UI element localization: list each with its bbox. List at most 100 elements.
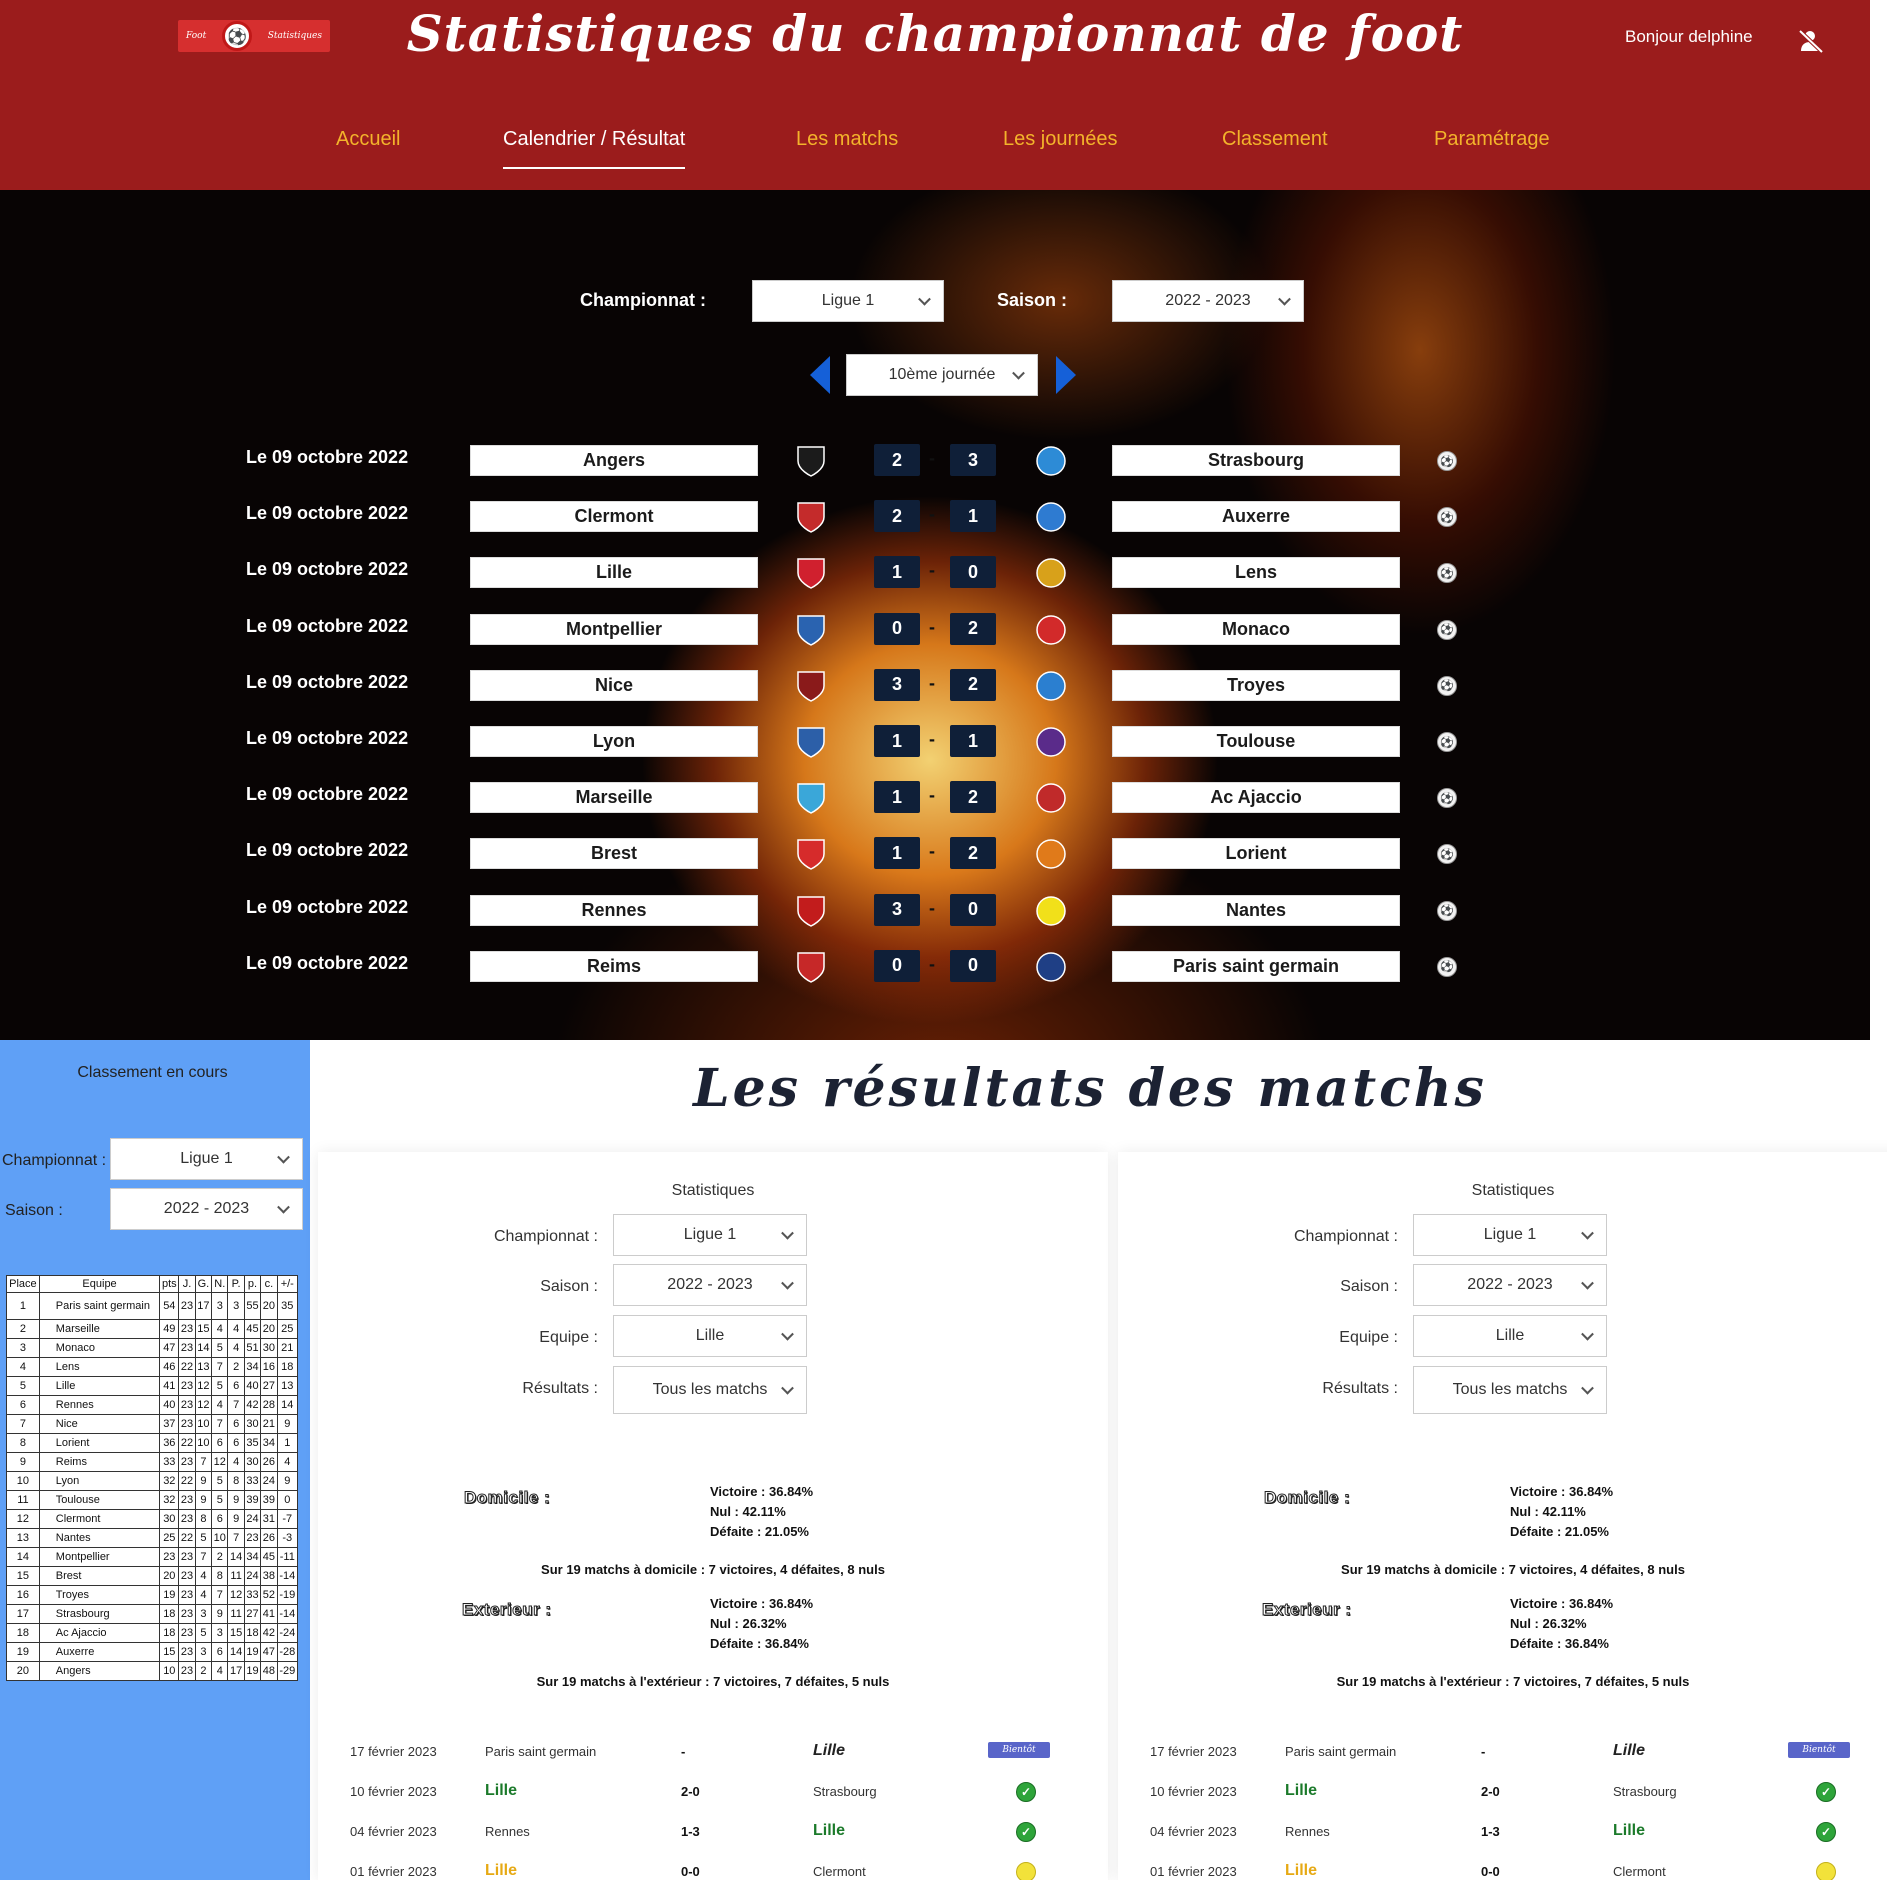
standings-row[interactable]: 1 Paris saint germain 54 23 17 3 3 55 20 35 [6,1292,299,1320]
nav-parametrage[interactable]: Paramétrage [1434,128,1550,151]
match-details-ball-icon[interactable]: ⚽ [1437,844,1457,865]
championship-select[interactable]: Ligue 1 [613,1214,807,1256]
next-matchday-arrow[interactable] [1056,356,1076,394]
standings-row[interactable]: 10 Lyon 32 22 9 5 8 33 24 9 [6,1471,299,1491]
results-filter-select[interactable]: Tous les matchs [613,1366,807,1414]
team-select[interactable]: Lille [613,1315,807,1357]
standings-cell: 18 [243,1623,262,1643]
standings-cell: 35 [243,1433,262,1453]
sidebar-championship-value: Ligue 1 [180,1150,233,1167]
result-row[interactable]: 01 février 2023 Lille 0-0 Clermont [1118,1858,1887,1880]
home-team-button[interactable]: Rennes [470,894,758,926]
standings-row[interactable]: 16 Troyes 19 23 4 7 12 33 52 -19 [6,1585,299,1605]
standings-row[interactable]: 13 Nantes 25 22 5 10 7 23 26 -3 [6,1528,299,1548]
home-team-button[interactable]: Brest [470,838,758,870]
away-score: 1 [950,725,996,757]
sidebar-championship-select[interactable]: Ligue 1 [110,1138,303,1180]
standings-cell: -14 [276,1604,299,1624]
standings-row[interactable]: 19 Auxerre 15 23 3 6 14 19 47 -28 [6,1642,299,1662]
standings-row[interactable]: 6 Rennes 40 23 12 4 7 42 28 14 [6,1395,299,1415]
standings-row[interactable]: 8 Lorient 36 22 10 6 6 35 34 1 [6,1433,299,1453]
result-row[interactable]: 17 février 2023 Paris saint germain - Lille… [318,1738,1108,1768]
season-select[interactable]: 2022 - 2023 [613,1264,807,1306]
standings-cell: 1 [276,1433,299,1453]
home-team-button[interactable]: Lyon [470,726,758,757]
away-team-button[interactable]: Lorient [1112,838,1400,870]
nav-calendrier-resultat[interactable]: Calendrier / Résultat [503,128,686,169]
away-team-button[interactable]: Lens [1112,557,1400,589]
standings-cell: 9 [276,1414,299,1434]
match-date: Le 09 octobre 2022 [246,840,409,861]
home-team-crest-icon [795,837,827,871]
standings-row[interactable]: 2 Marseille 49 23 15 4 4 45 20 25 [6,1319,299,1339]
matchday-select[interactable]: 10ème journée [846,354,1038,396]
sidebar-season-select[interactable]: 2022 - 2023 [110,1188,303,1230]
season-select[interactable]: 2022 - 2023 [1413,1264,1607,1306]
standings-row[interactable]: 9 Reims 33 23 7 12 4 30 26 4 [6,1452,299,1472]
away-team-button[interactable]: Toulouse [1112,726,1400,757]
home-team-button[interactable]: Clermont [470,501,758,533]
standings-row[interactable]: 5 Lille 41 23 12 5 6 40 27 13 [6,1376,299,1396]
standings-row[interactable]: 4 Lens 46 22 13 7 2 34 16 18 [6,1357,299,1377]
result-row[interactable]: 10 février 2023 Lille 2-0 Strasbourg ✓ [1118,1778,1887,1808]
championship-select[interactable]: Ligue 1 [752,280,944,322]
results-filter-select[interactable]: Tous les matchs [1413,1366,1607,1414]
user-slash-icon[interactable] [1798,28,1824,54]
standings-row[interactable]: 18 Ac Ajaccio 18 23 5 3 15 18 42 -24 [6,1623,299,1643]
nav-les-matchs[interactable]: Les matchs [796,128,898,151]
match-details-ball-icon[interactable]: ⚽ [1437,619,1457,640]
away-team-button[interactable]: Ac Ajaccio [1112,782,1400,814]
team-select[interactable]: Lille [1413,1315,1607,1357]
home-team-button[interactable]: Angers [470,445,758,476]
result-row[interactable]: 17 février 2023 Paris saint germain - Lille… [1118,1738,1887,1768]
standings-cell: 23 [178,1292,196,1320]
standings-row[interactable]: 17 Strasbourg 18 23 3 9 11 27 41 -14 [6,1604,299,1624]
home-team-button[interactable]: Montpellier [470,613,758,645]
match-details-ball-icon[interactable]: ⚽ [1437,507,1457,528]
away-team-button[interactable]: Troyes [1112,669,1400,701]
result-row[interactable]: 04 février 2023 Rennes 1-3 Lille ✓ [1118,1818,1887,1848]
match-details-ball-icon[interactable]: ⚽ [1437,451,1457,471]
standings-cell: Monaco [38,1338,161,1358]
match-details-ball-icon[interactable]: ⚽ [1437,900,1457,921]
standings-cell: 14 [6,1547,40,1567]
away-team-button[interactable]: Auxerre [1112,501,1400,533]
match-details-ball-icon[interactable]: ⚽ [1437,956,1457,977]
championship-select[interactable]: Ligue 1 [1413,1214,1607,1256]
standings-row[interactable]: 15 Brest 20 23 4 8 11 24 38 -14 [6,1566,299,1586]
standings-row[interactable]: 3 Monaco 47 23 14 5 4 51 30 21 [6,1338,299,1358]
home-team-button[interactable]: Reims [470,950,758,982]
standings-cell: 45 [243,1319,262,1339]
season-select[interactable]: 2022 - 2023 [1112,280,1304,322]
home-team-button[interactable]: Marseille [470,782,758,814]
home-team-crest-icon [795,613,827,647]
match-details-ball-icon[interactable]: ⚽ [1437,788,1457,809]
away-team-button[interactable]: Monaco [1112,613,1400,645]
standings-row[interactable]: 12 Clermont 30 23 8 6 9 24 31 -7 [6,1509,299,1529]
match-details-ball-icon[interactable]: ⚽ [1437,732,1457,752]
standings-cell: 23 [178,1490,196,1510]
nav-classement[interactable]: Classement [1222,128,1328,151]
standings-row[interactable]: 20 Angers 10 23 2 4 17 19 48 -29 [6,1661,299,1681]
standings-row[interactable]: 14 Montpellier 23 23 7 2 14 34 45 -11 [6,1547,299,1567]
previous-matchday-arrow[interactable] [810,356,830,394]
nav-les-journees[interactable]: Les journées [1003,128,1118,151]
nav-accueil[interactable]: Accueil [336,128,400,151]
match-details-ball-icon[interactable]: ⚽ [1437,563,1457,584]
home-score: 2 [874,444,920,476]
result-row[interactable]: 04 février 2023 Rennes 1-3 Lille ✓ [318,1818,1108,1848]
away-team-button[interactable]: Nantes [1112,894,1400,926]
standings-cell: 6 [6,1395,40,1415]
standings-row[interactable]: 7 Nice 37 23 10 7 6 30 21 9 [6,1414,299,1434]
result-home-team: Paris saint germain [485,1744,597,1759]
standings-row[interactable]: 11 Toulouse 32 23 9 5 9 39 39 0 [6,1490,299,1510]
away-team-button[interactable]: Paris saint germain [1112,950,1400,982]
home-team-button[interactable]: Lille [470,557,758,589]
score-separator: - [929,672,935,693]
result-row[interactable]: 01 février 2023 Lille 0-0 Clermont [318,1858,1108,1880]
result-away-team: Lille [813,1822,846,1839]
away-team-button[interactable]: Strasbourg [1112,445,1400,476]
home-team-button[interactable]: Nice [470,669,758,701]
match-details-ball-icon[interactable]: ⚽ [1437,675,1457,696]
result-row[interactable]: 10 février 2023 Lille 2-0 Strasbourg ✓ [318,1778,1108,1808]
